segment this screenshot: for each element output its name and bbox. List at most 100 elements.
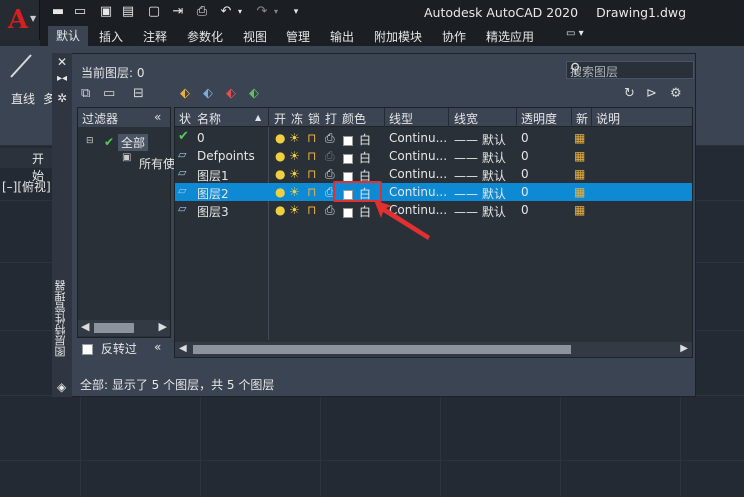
new-vp-freeze-icon[interactable]: ▦ <box>574 131 585 145</box>
new-layer-icon[interactable]: ⬖ <box>180 86 190 101</box>
layer-linetype[interactable]: Continu... <box>389 167 447 181</box>
sun-icon[interactable]: ☀ <box>289 131 300 145</box>
column-description[interactable]: 说明 <box>596 110 620 127</box>
delete-layer-icon[interactable]: ⬖ <box>226 86 236 101</box>
printer-icon[interactable]: ⎙ <box>325 203 335 218</box>
column-status[interactable]: 状 <box>179 110 191 127</box>
layer-color[interactable]: 白 <box>359 131 371 148</box>
tab-parametric[interactable]: 参数化 <box>187 28 223 45</box>
sun-icon[interactable]: ☀ <box>289 185 300 199</box>
column-new-vp-freeze[interactable]: 新 <box>576 110 588 127</box>
layer-linetype[interactable]: Continu... <box>389 149 447 163</box>
layer-states-manager-icon[interactable]: ⊟ <box>133 86 144 101</box>
sun-icon[interactable]: ☀ <box>289 149 300 163</box>
new-vp-freeze-icon[interactable]: ▦ <box>574 167 585 181</box>
layer-name[interactable]: 0 <box>197 131 205 145</box>
new-vp-freeze-icon[interactable]: ▦ <box>574 185 585 199</box>
column-linetype[interactable]: 线型 <box>389 110 413 127</box>
customize-qat-icon[interactable]: ▾ <box>288 4 304 20</box>
layer-row[interactable]: ▱ Defpoints ● ☀ ⊓ ⎙ 白 Continu... —— 默认 0 ▦ <box>175 147 692 165</box>
lightbulb-icon[interactable]: ● <box>275 149 285 163</box>
invert-filter-checkbox[interactable] <box>82 344 93 355</box>
tab-insert[interactable]: 插入 <box>99 28 123 45</box>
lock-icon[interactable]: ⊓ <box>307 131 316 145</box>
tab-output[interactable]: 输出 <box>330 28 354 45</box>
layer-name[interactable]: Defpoints <box>197 149 255 163</box>
search-icon[interactable]: ⚲ <box>570 61 690 77</box>
autohide-icon[interactable]: ▸◂ <box>57 73 67 84</box>
ribbon-toggle-icon[interactable]: ▭ ▾ <box>566 28 584 39</box>
layer-lineweight[interactable]: —— 默认 <box>454 203 506 220</box>
viewport-label[interactable]: [–][俯视] <box>2 178 51 195</box>
color-swatch[interactable] <box>343 133 353 147</box>
column-color[interactable]: 颜色 <box>342 110 366 127</box>
printer-icon[interactable]: ⎙ <box>325 167 335 182</box>
layer-name[interactable]: 图层2 <box>197 185 229 202</box>
column-on[interactable]: 开 <box>274 110 286 127</box>
layer-row[interactable]: ▱ 图层1 ● ☀ ⊓ ⎙ 白 Continu... —— 默认 0 ▦ <box>175 165 692 183</box>
layer-name[interactable]: 图层1 <box>197 167 229 184</box>
layer-linetype[interactable]: Continu... <box>389 131 447 145</box>
tree-node-all[interactable]: 全部 <box>118 134 149 151</box>
sun-icon[interactable]: ☀ <box>289 167 300 181</box>
column-transparency[interactable]: 透明度 <box>521 110 557 127</box>
new-layer-vp-frozen-icon[interactable]: ⬖ <box>203 86 213 101</box>
scroll-right-icon[interactable]: ▶ <box>159 320 167 333</box>
refresh-icon[interactable]: ↻ <box>624 86 635 101</box>
layer-transparency[interactable]: 0 <box>521 149 529 163</box>
layer-transparency[interactable]: 0 <box>521 167 529 181</box>
open-folder-icon[interactable]: ▭ <box>72 4 88 20</box>
tab-annotate[interactable]: 注释 <box>143 28 167 45</box>
scroll-right-icon[interactable]: ▶ <box>680 343 688 354</box>
layer-name[interactable]: 图层3 <box>197 203 229 220</box>
column-name[interactable]: 名称 <box>197 110 221 127</box>
application-menu-button[interactable]: A ▼ <box>0 0 40 40</box>
layer-lineweight[interactable]: —— 默认 <box>454 185 506 202</box>
properties-icon[interactable]: ✲ <box>57 91 67 105</box>
layer-transparency[interactable]: 0 <box>521 203 529 217</box>
lock-icon[interactable]: ⊓ <box>307 167 316 181</box>
lock-icon[interactable]: ⊓ <box>307 185 316 199</box>
tree-node-all-used[interactable]: 所有使 <box>139 155 175 172</box>
tree-collapse-icon[interactable]: ⊟ <box>86 136 94 146</box>
tab-addins[interactable]: 附加模块 <box>374 28 422 45</box>
lightbulb-icon[interactable]: ● <box>275 131 285 145</box>
collapse-chevron-icon[interactable]: « <box>154 110 161 124</box>
line-tool-icon[interactable] <box>8 52 34 80</box>
save-as-icon[interactable]: ▤ <box>120 4 136 20</box>
color-swatch[interactable] <box>343 205 353 219</box>
document-tab[interactable]: 开始 <box>0 148 52 183</box>
column-freeze[interactable]: 冻 <box>291 110 303 127</box>
layer-transparency[interactable]: 0 <box>521 185 529 199</box>
filter-horizontal-scrollbar[interactable]: ◀ ▶ <box>78 320 170 336</box>
layer-list-horizontal-scrollbar[interactable]: ◀ ▶ <box>175 342 692 357</box>
set-current-icon[interactable]: ⬖ <box>249 86 259 101</box>
tab-view[interactable]: 视图 <box>243 28 267 45</box>
layer-lineweight[interactable]: —— 默认 <box>454 131 506 148</box>
new-vp-freeze-icon[interactable]: ▦ <box>574 149 585 163</box>
new-vp-freeze-icon[interactable]: ▦ <box>574 203 585 217</box>
scroll-thumb[interactable] <box>193 345 571 354</box>
layer-row[interactable]: ✔ 0 ● ☀ ⊓ ⎙ 白 Continu... —— 默认 0 ▦ <box>175 129 692 147</box>
printer-icon[interactable]: ⎙ <box>325 149 335 164</box>
new-file-icon[interactable]: ▬ <box>50 4 66 20</box>
print-icon[interactable]: ⎙ <box>194 4 210 20</box>
collapse-chevron-icon[interactable]: « <box>154 340 161 354</box>
lock-icon[interactable]: ⊓ <box>307 203 316 217</box>
search-layers-input[interactable]: 搜索图层 ⚲ <box>566 61 694 79</box>
scroll-thumb[interactable] <box>94 323 134 333</box>
layer-settings-icon[interactable]: ⊳ <box>646 86 657 101</box>
column-lock[interactable]: 锁 <box>308 110 320 127</box>
undo-dropdown-icon[interactable]: ▾ <box>232 4 248 20</box>
close-icon[interactable]: ✕ <box>57 55 67 69</box>
open-web-icon[interactable]: ▢ <box>146 4 162 20</box>
layer-lineweight[interactable]: —— 默认 <box>454 149 506 166</box>
layer-transparency[interactable]: 0 <box>521 131 529 145</box>
column-lineweight[interactable]: 线宽 <box>454 110 478 127</box>
layer-lineweight[interactable]: —— 默认 <box>454 167 506 184</box>
layer-linetype[interactable]: Continu... <box>389 185 447 199</box>
lightbulb-icon[interactable]: ● <box>275 167 285 181</box>
color-swatch[interactable] <box>343 151 353 165</box>
printer-icon[interactable]: ⎙ <box>325 131 335 146</box>
scroll-left-icon[interactable]: ◀ <box>179 343 187 354</box>
